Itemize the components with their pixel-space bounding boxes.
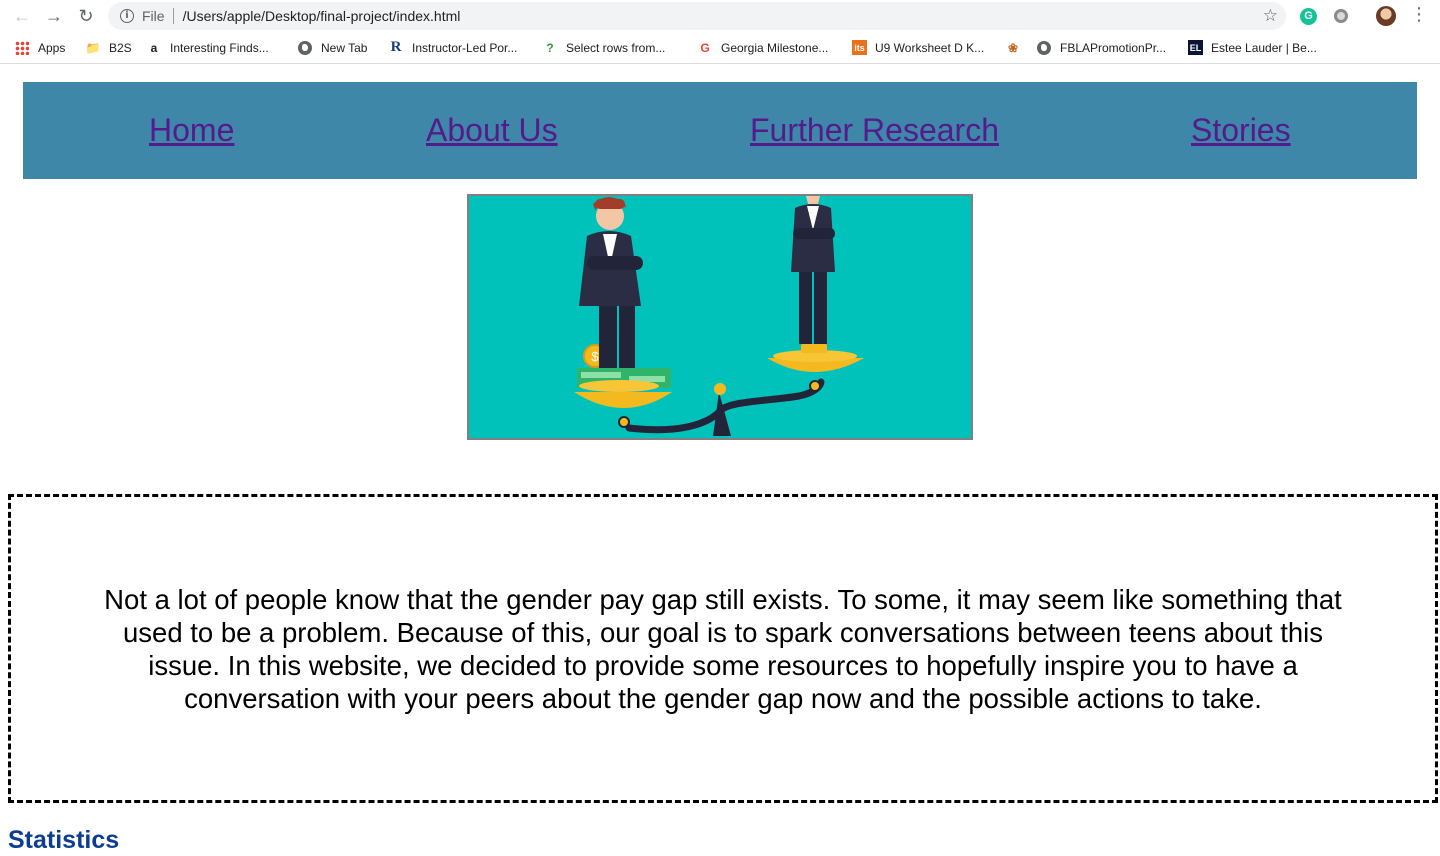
flower-icon: ❀ (1007, 40, 1019, 55)
bookmark-label: FBLAPromotionPr... (1060, 40, 1167, 55)
back-arrow-icon[interactable]: ← (6, 0, 38, 32)
pay-gap-scale-illustration: $ (574, 196, 864, 436)
bookmark-label: Georgia Milestone... (721, 40, 829, 55)
address-separator (172, 8, 174, 24)
site-navigation: Home About Us Further Research Stories (23, 82, 1417, 179)
amazon-icon: a (150, 40, 158, 55)
address-bar[interactable]: i File /Users/apple/Desktop/final-projec… (108, 2, 1286, 30)
bookmark-interesting-finds[interactable]: a Interesting Finds... (146, 40, 297, 56)
bookmark-label: Select rows from... (566, 40, 666, 55)
info-icon[interactable]: i (120, 9, 134, 23)
globe-icon (297, 40, 313, 56)
address-url[interactable]: /Users/apple/Desktop/final-project/index… (183, 8, 461, 24)
its-icon: its (852, 40, 867, 55)
bookmark-select-rows[interactable]: ? Select rows from... (542, 40, 697, 56)
bookmark-flower[interactable]: ❀ (1005, 40, 1036, 56)
browser-menu-icon[interactable]: ⋮ (1410, 4, 1428, 28)
globe-icon (1036, 40, 1052, 56)
nav-link-further-research[interactable]: Further Research (750, 112, 999, 149)
nav-link-stories[interactable]: Stories (1191, 112, 1291, 149)
address-scheme: File (142, 8, 165, 24)
bookmark-label: Apps (38, 40, 66, 55)
statistics-heading: Statistics (8, 826, 120, 854)
nav-link-home[interactable]: Home (149, 112, 234, 149)
extension-circle-icon[interactable] (1334, 9, 1348, 23)
google-icon: G (700, 40, 710, 55)
nav-link-about-us[interactable]: About Us (426, 112, 558, 149)
bookmark-label: U9 Worksheet D K... (875, 40, 985, 55)
browser-toolbar: ← → ↻ i File /Users/apple/Desktop/final-… (0, 0, 1440, 32)
apps-grid-icon (14, 40, 30, 56)
bookmark-label: Estee Lauder | Be... (1211, 40, 1317, 55)
bookmark-star-icon[interactable]: ☆ (1263, 6, 1278, 26)
bookmark-label: New Tab (321, 40, 368, 55)
intro-text: Not a lot of people know that the gender… (104, 583, 1342, 714)
bookmark-label: B2S (109, 40, 132, 55)
el-icon: EL (1188, 40, 1203, 55)
intro-box: Not a lot of people know that the gender… (8, 494, 1438, 803)
bookmark-label: Instructor-Led Por... (412, 40, 518, 55)
reload-icon[interactable]: ↻ (70, 0, 102, 32)
profile-avatar[interactable] (1376, 6, 1396, 26)
question-icon: ? (546, 40, 554, 55)
svg-text:$: $ (591, 349, 599, 364)
bookmark-georgia-milestone[interactable]: G Georgia Milestone... (697, 40, 852, 56)
forward-arrow-icon[interactable]: → (38, 0, 70, 32)
grammarly-extension-icon[interactable]: G (1300, 8, 1317, 25)
bookmarks-bar: Apps 📁 B2S a Interesting Finds... New Ta… (0, 32, 1440, 64)
r-logo-icon: R (390, 39, 402, 55)
bookmark-u9-worksheet[interactable]: its U9 Worksheet D K... (852, 40, 1005, 55)
hero-image: $ (467, 194, 973, 440)
bookmark-fbla-promotion[interactable]: FBLAPromotionPr... (1036, 40, 1188, 56)
bookmark-new-tab[interactable]: New Tab (297, 40, 388, 56)
bookmark-label: Interesting Finds... (170, 40, 269, 55)
bookmark-apps[interactable]: Apps (14, 40, 85, 56)
bookmark-instructor-led[interactable]: R Instructor-Led Por... (388, 39, 542, 56)
bookmark-b2s[interactable]: 📁 B2S (85, 40, 146, 56)
folder-icon: 📁 (85, 40, 101, 55)
bookmark-estee-lauder[interactable]: EL Estee Lauder | Be... (1188, 40, 1338, 55)
